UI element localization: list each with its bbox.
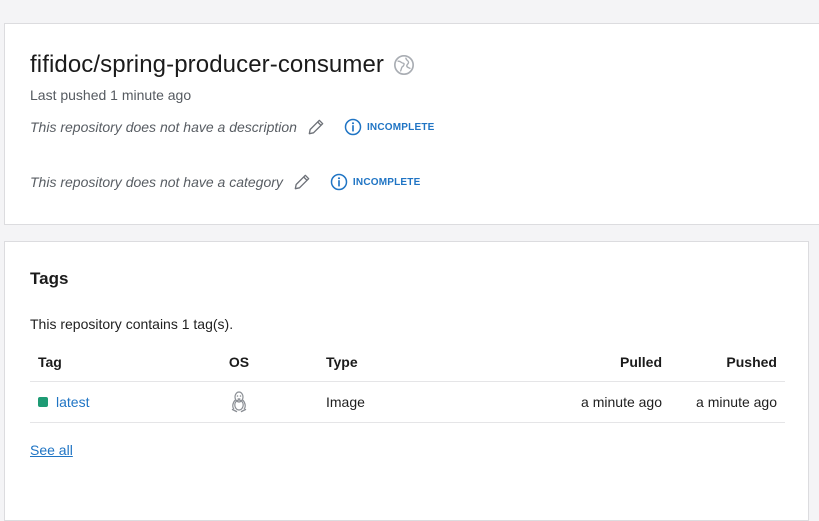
- column-header-tag[interactable]: Tag: [30, 343, 196, 382]
- repo-title-row: fifidoc/spring-producer-consumer: [30, 51, 415, 79]
- column-header-type[interactable]: Type: [282, 343, 454, 382]
- see-all-link[interactable]: See all: [30, 442, 73, 458]
- category-text: This repository does not have a category: [30, 174, 283, 190]
- edit-category-pencil-icon[interactable]: [292, 172, 312, 192]
- last-pushed-text: Last pushed 1 minute ago: [30, 87, 192, 103]
- os-cell: [196, 381, 282, 423]
- description-status-badge: INCOMPLETE: [344, 118, 435, 136]
- tags-table: Tag OS Type Pulled Pushed latest Image a…: [30, 343, 785, 423]
- repository-header-card: fifidoc/spring-producer-consumer Last pu…: [4, 23, 819, 225]
- tags-table-header-row: Tag OS Type Pulled Pushed: [30, 343, 785, 382]
- info-icon: [344, 118, 362, 136]
- tag-link-latest[interactable]: latest: [56, 394, 89, 410]
- linux-icon: [230, 391, 248, 413]
- tags-heading: Tags: [30, 269, 69, 288]
- pulled-cell: a minute ago: [454, 381, 670, 423]
- column-header-pulled[interactable]: Pulled: [454, 343, 670, 382]
- category-status-label: INCOMPLETE: [352, 176, 421, 188]
- repo-title: fifidoc/spring-producer-consumer: [30, 51, 385, 78]
- edit-description-pencil-icon[interactable]: [306, 117, 326, 137]
- tags-card: Tags This repository contains 1 tag(s). …: [4, 241, 809, 521]
- category-status-badge: INCOMPLETE: [330, 173, 421, 191]
- tag-cell: latest: [30, 381, 196, 423]
- description-row: This repository does not have a descript…: [30, 117, 435, 137]
- tags-count-text: This repository contains 1 tag(s).: [30, 316, 234, 332]
- column-header-os[interactable]: OS: [196, 343, 282, 382]
- description-status-label: INCOMPLETE: [366, 121, 435, 133]
- public-globe-icon: [393, 54, 415, 76]
- category-row: This repository does not have a category…: [30, 172, 420, 192]
- column-header-pushed[interactable]: Pushed: [670, 343, 785, 382]
- tag-status-dot: [38, 397, 48, 407]
- pushed-cell: a minute ago: [670, 381, 785, 423]
- info-icon: [330, 173, 348, 191]
- table-row: latest Image a minute ago a minute ago: [30, 381, 785, 423]
- type-cell: Image: [282, 381, 454, 423]
- description-text: This repository does not have a descript…: [30, 119, 297, 135]
